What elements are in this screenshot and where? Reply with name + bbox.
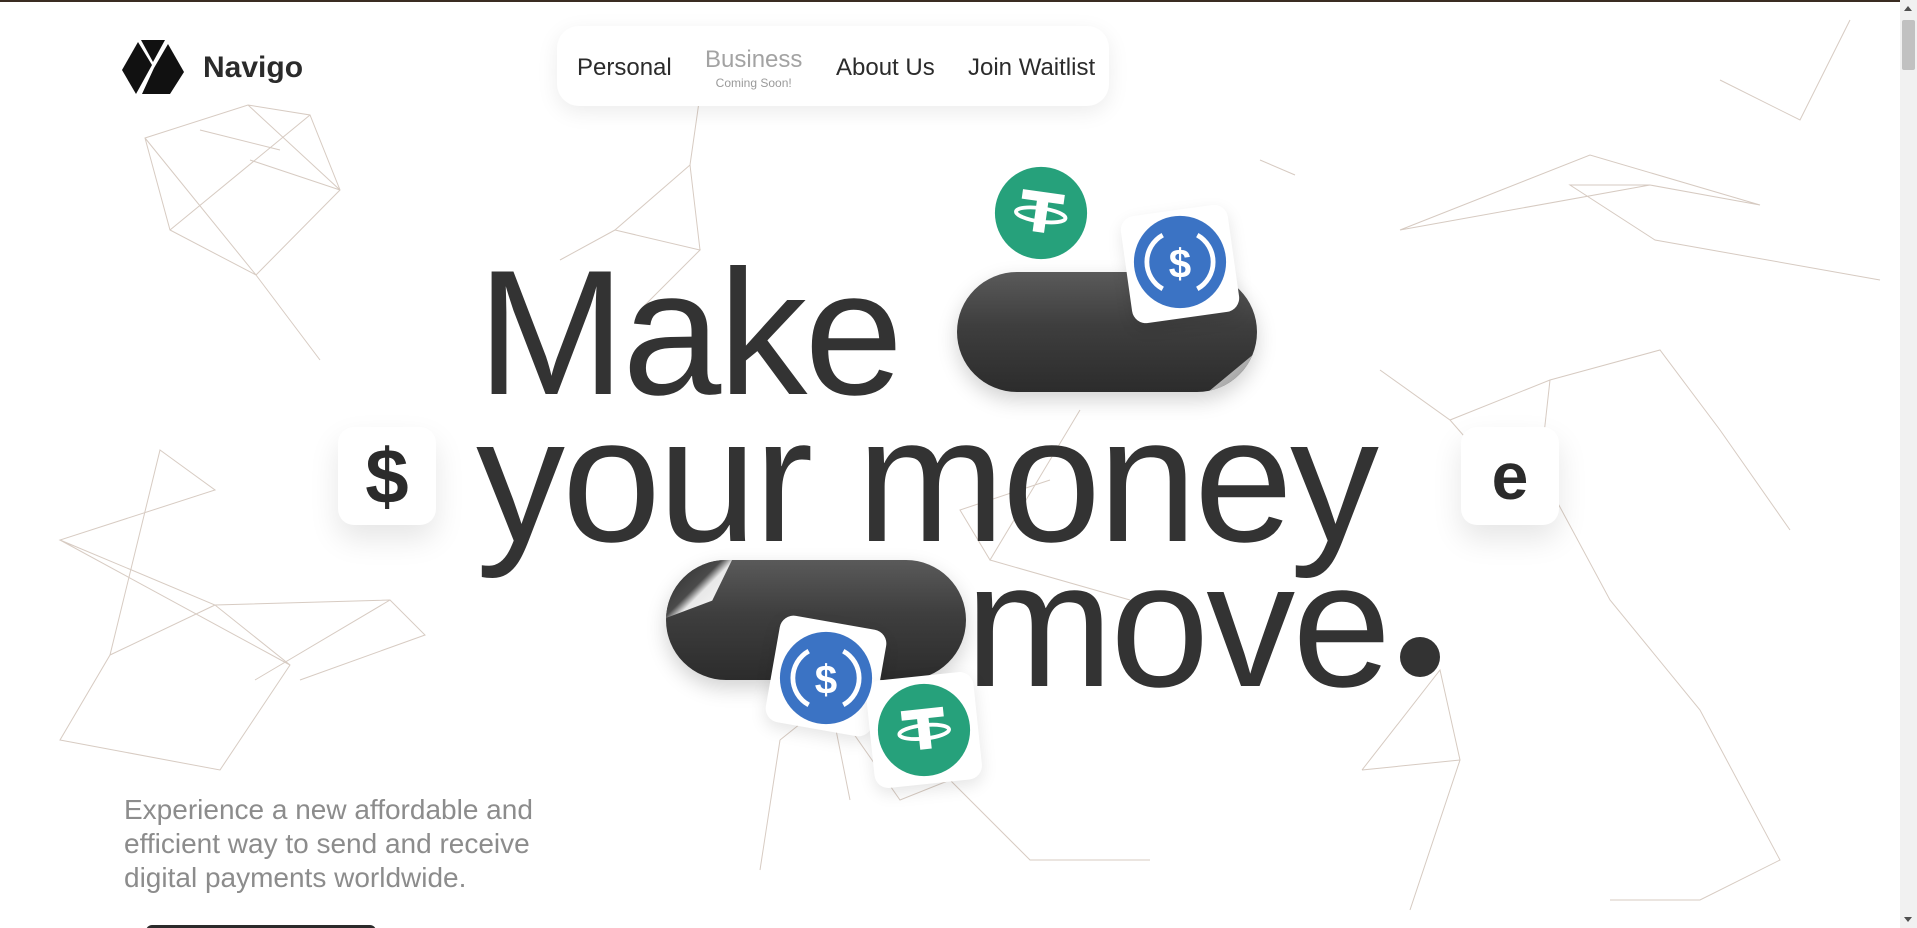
nav-item-join-waitlist[interactable]: Join Waitlist — [968, 54, 1095, 82]
usdc-coin-icon: $ — [778, 630, 874, 726]
scroll-up-icon[interactable] — [1904, 6, 1912, 11]
nav-item-about-us[interactable]: About Us — [836, 54, 935, 82]
landing-page: Navigo Personal Business Coming Soon! Ab… — [0, 0, 1917, 928]
page-curl-decoration — [666, 560, 732, 618]
nav-item-personal[interactable]: Personal — [577, 54, 672, 82]
nav-item-business-label: Business — [705, 46, 803, 73]
hero-line-move: move — [965, 525, 1391, 724]
nav-item-business[interactable]: Business Coming Soon! — [705, 46, 802, 90]
usdt-coin-icon — [876, 682, 972, 778]
scroll-thumb[interactable] — [1902, 20, 1915, 70]
euro-tile: e — [1461, 427, 1559, 525]
hero-tagline: Experience a new affordable and efficien… — [124, 794, 533, 893]
dollar-tile: $ — [338, 427, 436, 525]
scroll-down-icon[interactable] — [1904, 917, 1912, 922]
coming-soon-label: Coming Soon! — [715, 76, 792, 90]
hero-period-dot — [1400, 637, 1440, 677]
main-nav: Personal Business Coming Soon! About Us … — [557, 26, 1109, 106]
brand-name: Navigo — [203, 50, 304, 84]
brand-logo[interactable]: Navigo — [122, 40, 303, 95]
svg-text:$: $ — [815, 656, 837, 702]
usdc-coin-icon: $ — [1132, 214, 1228, 310]
page-scrollbar[interactable] — [1900, 0, 1917, 928]
navigo-logo-icon — [122, 40, 184, 94]
usdt-coin-icon — [993, 165, 1089, 261]
svg-text:$: $ — [1169, 240, 1191, 286]
